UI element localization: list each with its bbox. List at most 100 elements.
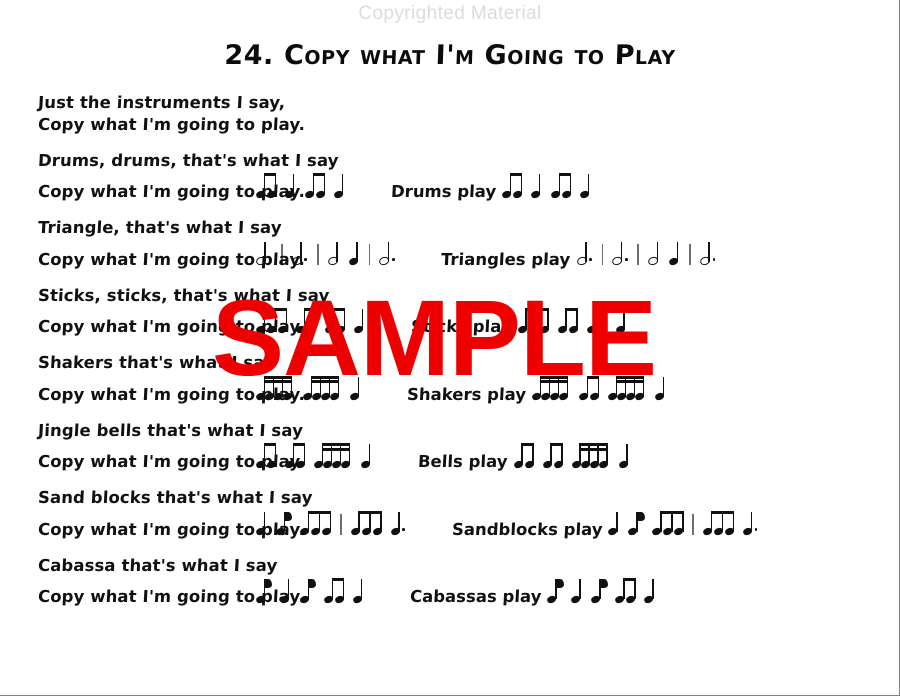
verse-shakers: Shakers that's what I say Copy what I'm g… <box>38 352 878 406</box>
beamed-eighth-triple-icon <box>516 307 550 334</box>
dotted-half-note-icon <box>611 241 628 267</box>
verse-jingle-bells: Jingle bells that's what I say Copy what … <box>38 420 878 474</box>
beamed-eighth-pair-icon <box>255 172 277 199</box>
barline <box>368 243 371 265</box>
response-rhythm <box>607 509 758 537</box>
quarter-note-icon <box>360 443 372 469</box>
beamed-eighth-pair-icon <box>541 443 564 469</box>
response-label: Cabassas play <box>409 587 542 607</box>
verse-list: Just the instruments I say, Copy what I'm… <box>38 92 878 622</box>
beamed-eighth-pair-icon <box>295 307 317 334</box>
verse-line-1: Cabassa that's what I say <box>37 555 278 575</box>
quarter-note-icon <box>607 511 619 537</box>
response-rhythm <box>546 576 655 604</box>
verse-line-1: Shakers that's what I say <box>37 353 276 373</box>
verse-line-1: Just the instruments I say, <box>37 93 286 112</box>
beamed-eighth-pair-icon <box>284 443 306 469</box>
sheet-music-page: Copyrighted Material 24. Copy what I'm G… <box>0 0 900 696</box>
quarter-note-icon <box>347 241 360 267</box>
quarter-note-icon <box>668 241 680 267</box>
verse-line-2: Copy what I'm going to play. <box>37 317 306 337</box>
verse-line-2: Copy what I'm going to play. <box>37 519 306 539</box>
response-rhythm <box>531 374 666 402</box>
barline <box>340 513 342 535</box>
barline <box>601 243 604 265</box>
quarter-note-icon <box>643 578 655 604</box>
dotted-half-note-icon <box>255 241 272 267</box>
quarter-note-icon <box>617 443 630 469</box>
beamed-eighth-pair-icon <box>512 443 535 469</box>
copyrighted-material-banner: Copyrighted Material <box>358 3 542 24</box>
beamed-eighth-triple-icon <box>255 307 288 334</box>
half-note-icon <box>647 241 660 267</box>
beamed-eighth-triple-icon <box>702 510 735 537</box>
quarter-note-icon <box>352 578 364 604</box>
dotted-half-note-icon <box>699 241 716 267</box>
response-label: Drums play <box>390 182 497 202</box>
verse-sticks: Sticks, sticks, that's what I say Copy wh… <box>38 285 878 339</box>
quarter-note-icon <box>255 511 267 537</box>
response-rhythm <box>512 441 630 469</box>
response-rhythm <box>501 171 591 199</box>
dotted-quarter-note-icon <box>389 511 406 537</box>
response-label: Triangles play <box>440 249 572 269</box>
beamed-eighth-pair-icon <box>323 578 345 604</box>
beamed-eighth-pair-icon <box>304 172 326 199</box>
beamed-eighth-triple-icon <box>651 510 685 537</box>
quarter-note-icon <box>284 173 296 199</box>
quarter-note-icon <box>654 376 666 402</box>
quarter-note-icon <box>279 578 291 604</box>
barline <box>692 513 695 535</box>
beamed-eighth-pair-icon <box>585 307 608 334</box>
quarter-note-icon <box>614 308 627 334</box>
beamed-eighth-pair-icon <box>255 443 277 469</box>
beamed-eighth-pair-icon <box>578 375 600 402</box>
verse-triangle: Triangle, that's what I say Copy what I'm… <box>38 217 878 271</box>
verse-line-1: Sticks, sticks, that's what I say <box>37 285 330 305</box>
verse-line-1: Drums, drums, that's what I say <box>37 150 340 170</box>
verse-drums: Drums, drums, that's what I say Copy what… <box>38 150 878 204</box>
dotted-half-note-icon <box>378 241 395 267</box>
verse-line-1: Jingle bells that's what I say <box>37 420 304 440</box>
verse-line-2: Copy what I'm going to play. <box>37 249 306 269</box>
dotted-quarter-note-icon <box>742 511 758 537</box>
quarter-note-icon <box>579 173 591 199</box>
verse-line-2: Copy what I'm going to play. <box>37 182 306 202</box>
response-label: Sandblocks play <box>451 519 603 539</box>
dotted-half-note-icon <box>290 241 308 267</box>
eighth-note-icon <box>299 578 317 604</box>
response-rhythm <box>575 239 716 267</box>
verse-line-1: Triangle, that's what I say <box>37 218 283 238</box>
call-rhythm <box>255 441 372 469</box>
verse-line-2: Copy what I'm going to play. <box>37 384 306 404</box>
quarter-note-icon <box>353 308 365 334</box>
beamed-sixteenth-group-icon <box>570 443 610 469</box>
beamed-sixteenth-group-icon <box>531 375 570 402</box>
call-rhythm <box>255 306 365 334</box>
response-rhythm <box>516 306 627 334</box>
beamed-eighth-pair-icon <box>550 172 573 199</box>
call-rhythm <box>255 509 406 537</box>
quarter-note-icon <box>530 173 542 199</box>
eighth-note-icon <box>255 578 273 604</box>
verse-line-2: Copy what I'm going to play. <box>37 587 306 607</box>
beamed-eighth-pair-icon <box>501 172 524 199</box>
half-note-icon <box>326 241 340 267</box>
barline <box>637 243 640 265</box>
quarter-note-icon <box>333 173 345 199</box>
beamed-eighth-pair-icon <box>614 578 637 604</box>
verse-line-2: Copy what I'm going to play. <box>37 452 306 472</box>
response-label: Sticks play <box>410 317 513 337</box>
beamed-eighth-pair-icon <box>556 307 579 334</box>
page-title: 24. Copy what I'm Going to Play <box>223 40 677 71</box>
dotted-half-note-icon <box>575 241 593 267</box>
eighth-note-icon <box>627 511 645 537</box>
beamed-eighth-pair-icon <box>324 307 346 334</box>
beamed-eighth-triple-icon <box>349 510 383 537</box>
response-label: Bells play <box>417 452 509 472</box>
response-label: Shakers play <box>406 384 527 404</box>
verse-sand-blocks: Sand blocks that's what I say Copy what I… <box>38 487 878 541</box>
eighth-note-icon <box>275 511 293 537</box>
beamed-sixteenth-group-icon <box>607 375 646 402</box>
verse-cabassa: Cabassa that's what I say Copy what I'm g… <box>38 555 878 609</box>
